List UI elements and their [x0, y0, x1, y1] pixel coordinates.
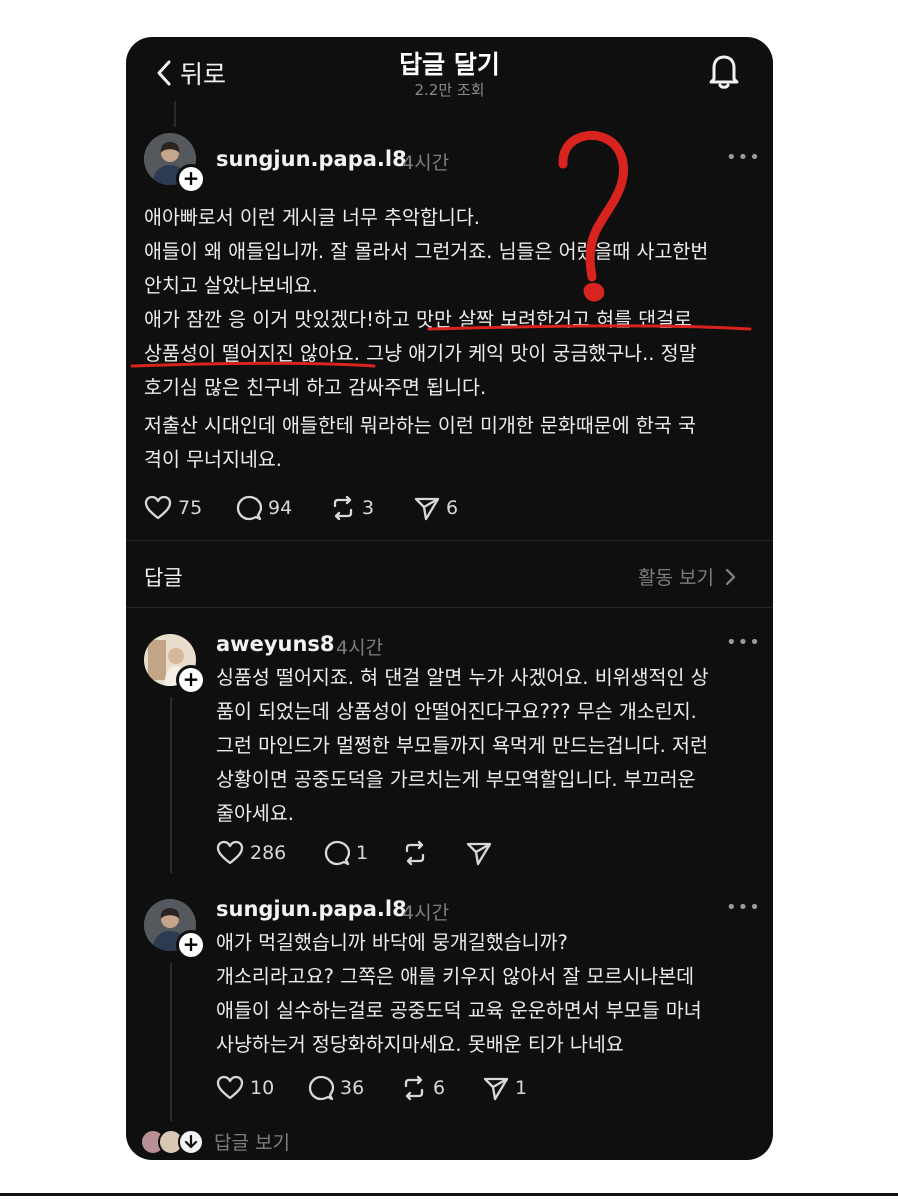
thread-connector	[174, 101, 176, 127]
activity-link[interactable]: 활동 보기	[638, 563, 736, 590]
share-button[interactable]	[466, 840, 492, 866]
like-count: 75	[178, 497, 203, 519]
follow-plus-icon[interactable]: +	[176, 665, 206, 695]
view-replies-label: 답글 보기	[214, 1132, 290, 1154]
share-button[interactable]: 6	[414, 495, 458, 521]
send-icon	[483, 1077, 509, 1101]
repost-icon	[405, 840, 425, 866]
chevron-right-icon	[725, 568, 736, 586]
repost-button[interactable]: 3	[330, 495, 374, 521]
comment-button[interactable]: 1	[324, 840, 368, 866]
timestamp: 4시간	[402, 152, 450, 174]
follow-plus-icon[interactable]: +	[176, 164, 206, 194]
thread-connector	[170, 963, 172, 1121]
like-count: 10	[250, 1077, 275, 1099]
comment-icon	[308, 1075, 334, 1101]
repost-count: 3	[362, 497, 375, 519]
view-replies-button[interactable]: 답글 보기	[140, 1128, 290, 1155]
share-count: 1	[515, 1077, 528, 1099]
more-icon[interactable]: •••	[726, 897, 761, 918]
heart-icon	[216, 1075, 244, 1100]
like-count: 286	[250, 842, 287, 864]
timestamp: 4시간	[336, 637, 384, 659]
follow-plus-icon[interactable]: +	[176, 930, 206, 960]
comment-button[interactable]: 94	[236, 495, 292, 521]
top-bar: 뒤로 답글 달기 2.2만 조회	[126, 37, 773, 105]
thread-connector	[170, 697, 172, 873]
comment-count: 36	[340, 1077, 365, 1099]
more-icon[interactable]: •••	[726, 147, 761, 168]
comment-count: 1	[356, 842, 369, 864]
comment-icon	[236, 495, 262, 521]
comment-count: 94	[268, 497, 293, 519]
share-button[interactable]: 1	[483, 1075, 527, 1101]
comment-icon	[324, 840, 350, 866]
border-line	[0, 1193, 898, 1196]
comment-button[interactable]: 36	[308, 1075, 364, 1101]
username[interactable]: sungjun.papa.l8	[216, 897, 407, 921]
like-button[interactable]: 75	[144, 495, 202, 521]
activity-label: 활동 보기	[638, 567, 714, 589]
divider	[126, 540, 773, 541]
like-button[interactable]: 286	[216, 840, 286, 866]
username[interactable]: sungjun.papa.l8	[216, 147, 407, 171]
heart-icon	[144, 495, 172, 520]
send-icon	[466, 842, 492, 866]
repost-button[interactable]: 6	[401, 1075, 445, 1101]
divider	[126, 607, 773, 608]
reply-body: 애가 먹길했습니까 바닥에 뭉개길했습니까? 개소리라고요? 그쪽은 애를 키우…	[216, 931, 702, 1056]
repost-icon	[333, 495, 353, 521]
replies-heading: 답글	[144, 566, 183, 590]
page-title: 답글 달기	[399, 50, 500, 79]
repost-button[interactable]	[402, 840, 428, 866]
reply-body: 싱품성 떨어지죠. 혀 댄걸 알면 누가 사겠어요. 비위생적인 상 품이 되었…	[216, 666, 709, 825]
post-body: 애아빠로서 이런 게시글 너무 추악합니다. 애들이 왜 애들입니까. 잘 몰라…	[144, 206, 709, 399]
username[interactable]: aweyuns8	[216, 632, 335, 656]
timestamp: 4시간	[402, 902, 450, 924]
post-body-2: 저출산 시대인데 애들한테 뭐라하는 이런 미개한 문화때문에 한국 국 격이 …	[144, 414, 696, 471]
send-icon	[414, 497, 440, 521]
like-button[interactable]: 10	[216, 1075, 274, 1101]
repost-count: 6	[433, 1077, 446, 1099]
threads-screen: 뒤로 답글 달기 2.2만 조회 + sungjun.papa.l8 4시간 •…	[126, 37, 773, 1160]
heart-icon	[216, 840, 244, 865]
view-count: 2.2만 조회	[414, 81, 485, 99]
arrow-down-icon	[178, 1128, 204, 1155]
share-count: 6	[446, 497, 459, 519]
repost-icon	[404, 1075, 424, 1101]
bell-icon[interactable]	[706, 52, 742, 90]
more-icon[interactable]: •••	[726, 632, 761, 653]
